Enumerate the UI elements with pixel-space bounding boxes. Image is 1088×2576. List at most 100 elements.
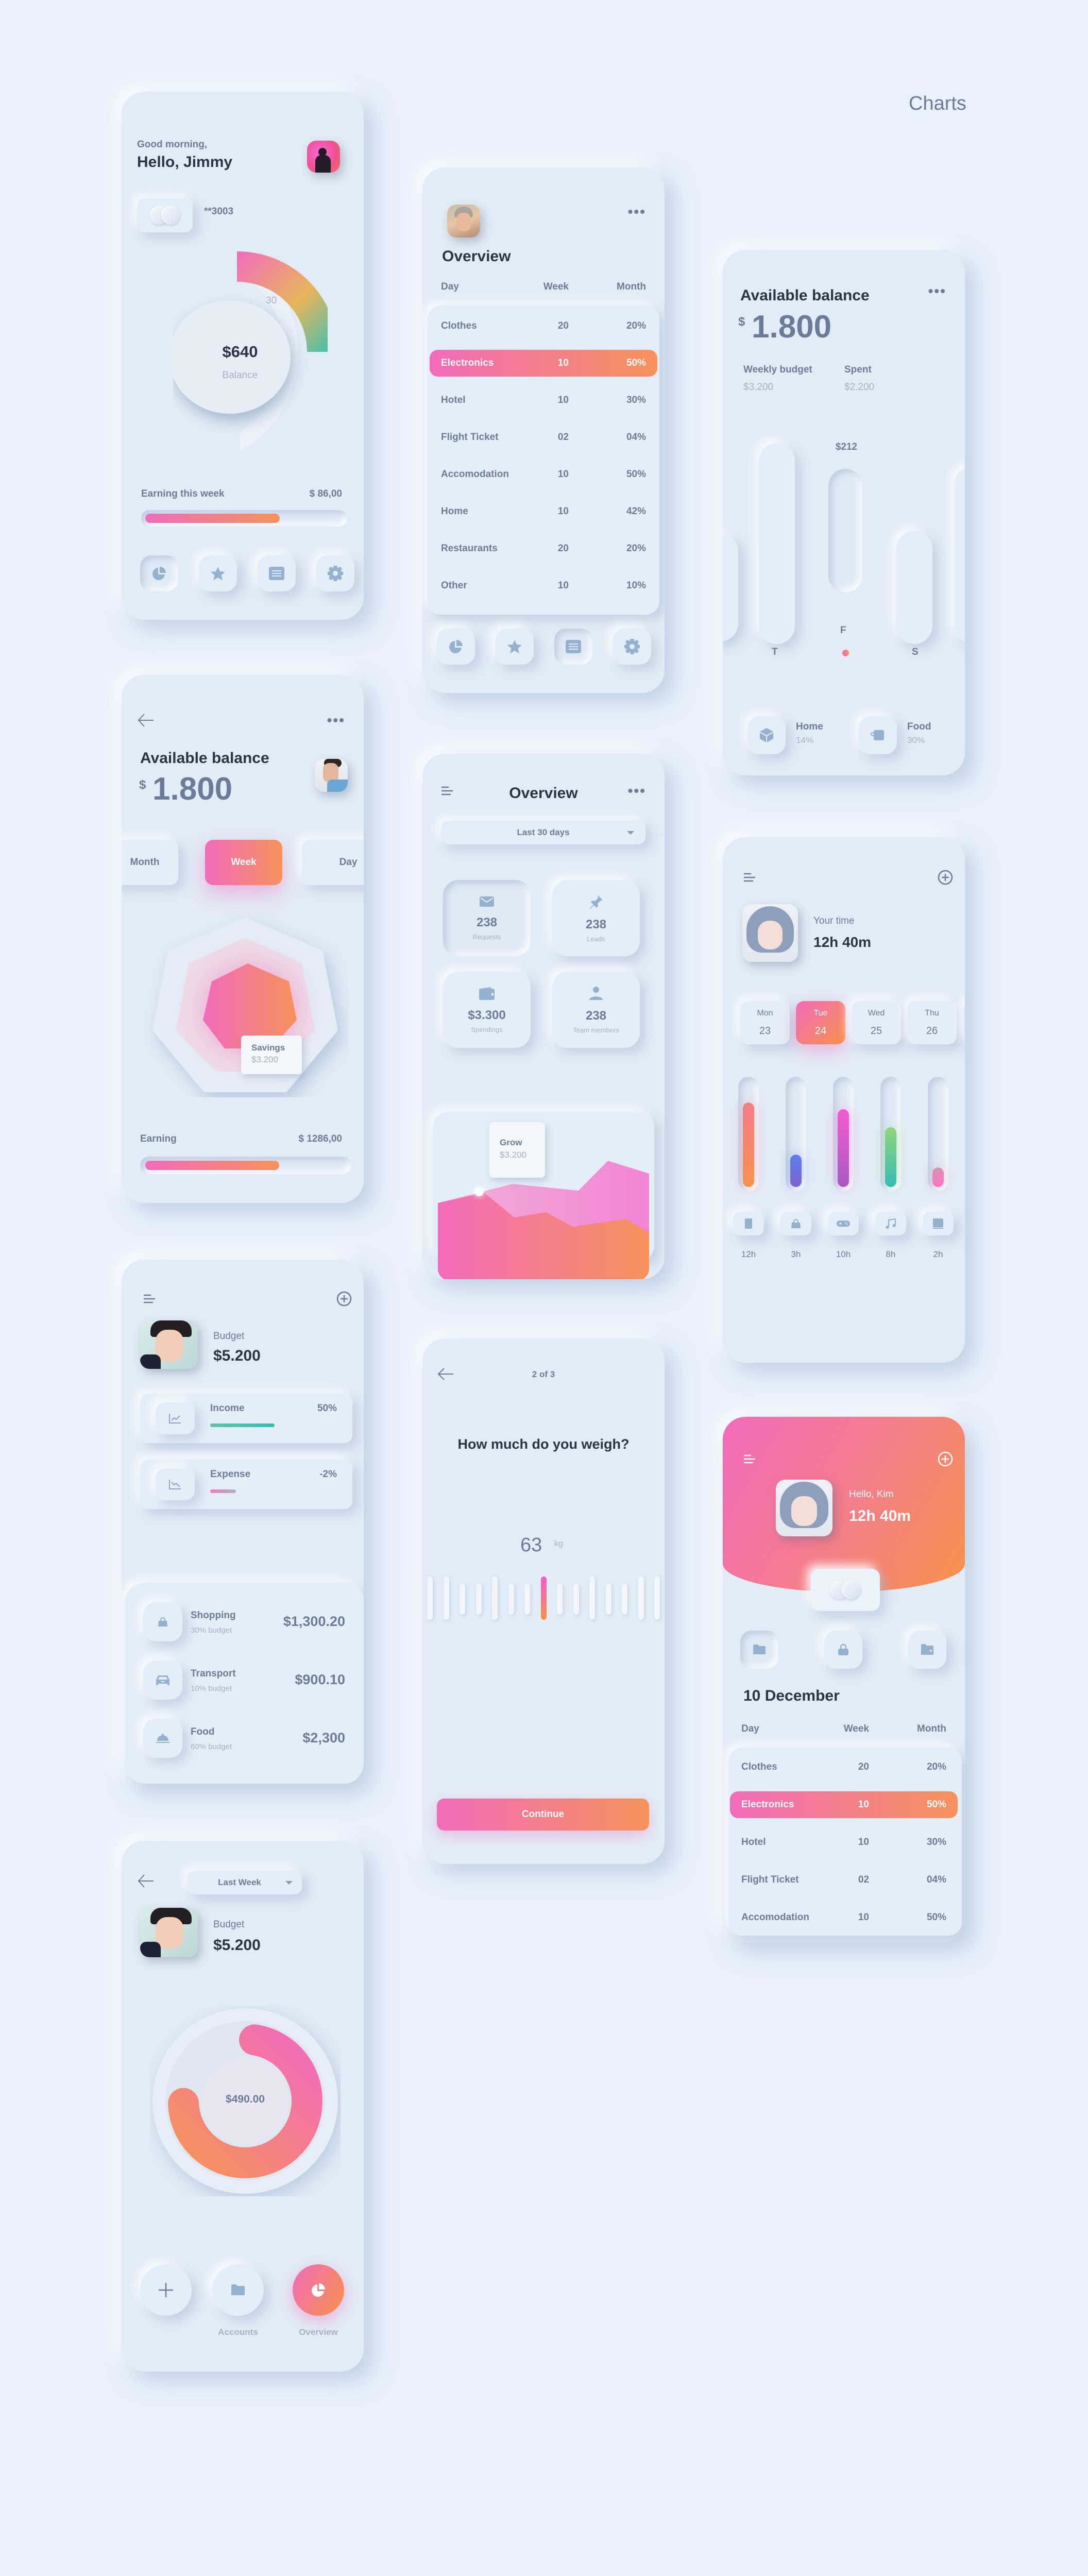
avatar[interactable] [307, 141, 340, 173]
menu-icon[interactable] [743, 1454, 757, 1464]
nav-overview-button[interactable] [293, 2264, 344, 2316]
bar-f[interactable] [828, 469, 862, 592]
range-select[interactable]: Last 30 days [441, 821, 645, 844]
overview-title: Overview [442, 248, 511, 265]
row-week: 20 [858, 1761, 869, 1772]
more-options-icon[interactable]: ••• [327, 712, 345, 728]
expense-icon-button [156, 1468, 195, 1500]
nav-add-button[interactable] [140, 2264, 192, 2316]
earning-progress-fill [145, 1161, 279, 1170]
nav-favorites[interactable] [496, 629, 534, 665]
add-icon[interactable] [937, 1451, 954, 1467]
bar-next[interactable] [955, 466, 965, 644]
menu-icon[interactable] [143, 1294, 157, 1304]
box-icon [760, 728, 773, 742]
table-row[interactable]: Flight Ticket 02 04% [441, 424, 646, 451]
bar-s[interactable] [896, 531, 932, 644]
nav-settings[interactable] [316, 555, 354, 591]
row-category: Hotel [741, 1837, 766, 1848]
nav-pie-chart[interactable] [140, 555, 178, 591]
table-row[interactable]: Accomodation 10 50% [441, 461, 646, 488]
stat-tile-requests[interactable]: 238 Requests [443, 880, 531, 956]
header-week: Week [543, 281, 569, 292]
more-options-icon[interactable]: ••• [628, 204, 646, 220]
tab-month[interactable]: Month [122, 840, 178, 885]
nav-list[interactable] [554, 629, 592, 665]
activity-icon-button[interactable] [780, 1212, 811, 1235]
table-row[interactable]: Hotel 10 30% [741, 1829, 946, 1856]
more-options-icon[interactable]: ••• [628, 783, 646, 799]
chevron-down-icon [627, 831, 634, 835]
nav-accounts-button[interactable] [212, 2264, 264, 2316]
table-row[interactable]: Flight Ticket 02 04% [741, 1867, 946, 1893]
table-row[interactable]: Home 10 42% [441, 498, 646, 525]
table-row[interactable]: Other 10 10% [441, 572, 646, 599]
bar-prev[interactable] [723, 533, 738, 641]
activity-icon-button[interactable] [875, 1212, 906, 1235]
range-select[interactable]: Last Week [188, 1871, 302, 1894]
back-arrow-icon[interactable] [137, 711, 156, 730]
action-lock-button[interactable] [824, 1631, 862, 1669]
card-logo[interactable] [811, 1569, 880, 1611]
star-icon [507, 640, 522, 654]
day-next[interactable] [963, 1001, 965, 1044]
avatar[interactable] [742, 904, 798, 962]
day-tue[interactable]: Tue 24 [796, 1001, 845, 1044]
activity-icon-button[interactable] [828, 1212, 859, 1235]
nav-favorites[interactable] [199, 555, 237, 591]
tab-week[interactable]: Week [205, 840, 282, 885]
category-food-button[interactable] [859, 716, 897, 754]
bar-t[interactable] [759, 443, 795, 644]
action-wallet-button[interactable] [908, 1631, 946, 1669]
table-row-highlighted[interactable]: Electronics 10 50% [730, 1791, 958, 1818]
avatar[interactable] [315, 759, 348, 792]
activity-hours: 2h [933, 1249, 943, 1259]
back-arrow-icon[interactable] [137, 1873, 156, 1889]
action-folder-button[interactable] [740, 1631, 778, 1669]
add-icon[interactable] [937, 869, 954, 886]
row-month: 50% [926, 1799, 946, 1810]
expense-card[interactable]: Expense -2% [140, 1460, 352, 1509]
day-thu[interactable]: Thu 26 [907, 1001, 957, 1044]
activity-icon-button[interactable] [923, 1212, 954, 1235]
continue-button[interactable]: Continue [437, 1799, 649, 1831]
avatar[interactable] [140, 1908, 198, 1957]
more-options-icon[interactable]: ••• [928, 283, 946, 299]
nav-list[interactable] [258, 555, 296, 591]
nav-pie-chart[interactable] [437, 629, 475, 665]
expense-item-icon-button[interactable] [143, 1660, 182, 1700]
card-logo[interactable] [137, 198, 193, 232]
table-row[interactable]: Accomodation 10 50% [741, 1904, 946, 1931]
table-row-highlighted[interactable]: Electronics 10 50% [430, 350, 657, 377]
day-wed[interactable]: Wed 25 [852, 1001, 901, 1044]
expense-item-icon-button[interactable] [143, 1602, 182, 1641]
avatar[interactable] [776, 1480, 832, 1536]
table-row[interactable]: Restaurants 20 20% [441, 535, 646, 562]
stat-tile-spendings[interactable]: $3.300 Spendings [443, 972, 531, 1048]
nav-settings[interactable] [613, 629, 651, 665]
time-label: Your time [813, 916, 855, 926]
income-card[interactable]: Income 50% [140, 1394, 352, 1443]
add-icon[interactable] [336, 1291, 352, 1307]
table-row[interactable]: Clothes 20 20% [741, 1754, 946, 1781]
expense-item-icon-button[interactable] [143, 1719, 182, 1758]
menu-icon[interactable] [743, 872, 757, 883]
stat-tile-team-members[interactable]: 238 Team members [552, 972, 640, 1048]
category-home-button[interactable] [747, 716, 786, 754]
tab-day[interactable]: Day [302, 840, 364, 885]
header-month: Month [617, 281, 646, 292]
table-row[interactable]: Hotel 10 30% [441, 387, 646, 414]
activity-icon-button[interactable] [733, 1212, 764, 1235]
stat-tile-leads[interactable]: 238 Leads [552, 880, 640, 956]
day-name: Wed [868, 1008, 885, 1018]
day-mon[interactable]: Mon 23 [740, 1001, 790, 1044]
cup-icon [871, 730, 884, 740]
avatar[interactable] [447, 205, 480, 238]
avatar[interactable] [140, 1320, 198, 1369]
balance-amount: 1.800 [152, 771, 233, 807]
balance-title: Available balance [740, 287, 870, 304]
table-row[interactable]: Clothes 20 20% [441, 313, 646, 340]
weight-ruler-slider[interactable] [422, 1577, 665, 1623]
activity-bar-fill [790, 1155, 802, 1187]
active-day-dot [842, 650, 849, 656]
